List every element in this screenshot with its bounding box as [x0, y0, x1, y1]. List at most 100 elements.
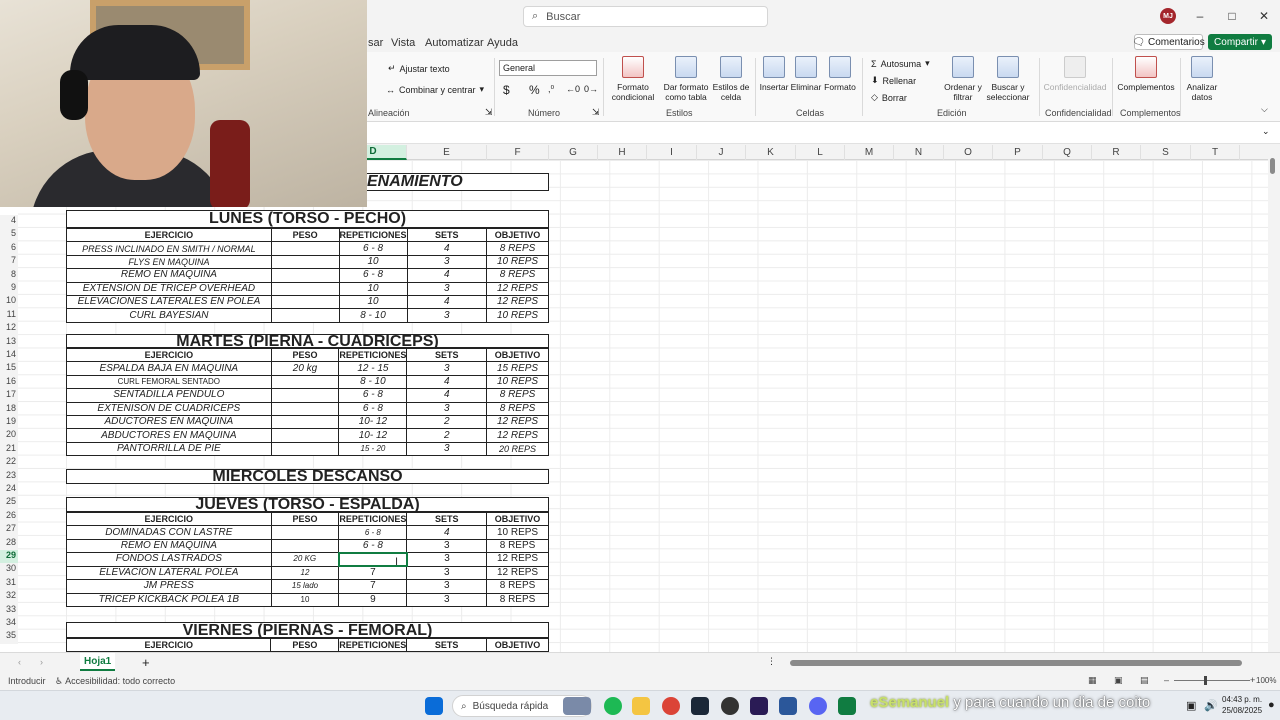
sort-filter-button[interactable]: Ordenar y filtrar — [942, 56, 984, 102]
cell[interactable]: ELEVACION LATERAL POLEA — [66, 565, 272, 581]
column-header[interactable]: N — [894, 145, 944, 160]
fill-button[interactable]: ⬇ Rellenar — [871, 75, 916, 86]
header-ejercicio[interactable]: EJERCICIO — [66, 511, 272, 527]
cell[interactable]: 12 REPS — [486, 552, 549, 567]
cell[interactable] — [270, 388, 340, 403]
column-header[interactable]: M — [845, 145, 894, 160]
zoom-level[interactable]: 100% — [1256, 676, 1276, 685]
cell[interactable]: 8 REPS — [486, 268, 549, 283]
cell[interactable]: 8 - 10 — [338, 374, 408, 390]
row-header[interactable]: 32 — [0, 590, 18, 604]
day-title-lunes[interactable]: LUNES (TORSO - PECHO) — [66, 210, 549, 228]
collapse-ribbon-icon[interactable]: ⌵ — [1261, 104, 1268, 115]
search-input[interactable]: ⌕ Buscar — [523, 6, 768, 27]
volume-icon[interactable]: 🔊 — [1204, 699, 1218, 712]
cell[interactable]: CURL FEMORAL SENTADO — [66, 374, 272, 390]
insert-button[interactable]: Insertar — [758, 56, 790, 92]
row-header[interactable]: 33 — [0, 603, 18, 617]
addins-button[interactable]: Complementos — [1116, 56, 1176, 92]
header-repeticiones[interactable]: REPETICIONES — [338, 227, 408, 243]
row-header[interactable]: 6 — [0, 241, 18, 256]
cell[interactable]: 10 REPS — [486, 254, 549, 270]
cell[interactable]: 10 — [338, 254, 408, 270]
row-header[interactable]: 8 — [0, 268, 18, 282]
cell[interactable]: FONDOS LASTRADOS — [66, 552, 272, 567]
cell[interactable]: 20 REPS — [486, 441, 549, 457]
header-sets[interactable]: SETS — [406, 637, 488, 652]
header-objetivo[interactable]: OBJETIVO — [486, 511, 549, 527]
row-header[interactable]: 5 — [0, 228, 18, 242]
column-header[interactable]: S — [1141, 145, 1191, 160]
tab-partial[interactable]: sar — [368, 37, 383, 49]
cell[interactable]: 10 — [338, 294, 408, 310]
header-repeticiones[interactable]: REPETICIONES — [338, 511, 408, 527]
column-header[interactable]: J — [697, 145, 746, 160]
cell[interactable] — [270, 308, 340, 323]
row-header[interactable]: 9 — [0, 282, 18, 296]
cell[interactable]: 20 KG — [270, 552, 340, 567]
row-header[interactable]: 22 — [0, 456, 18, 470]
discord-icon[interactable] — [809, 697, 827, 715]
cell[interactable]: 15 REPS — [486, 361, 549, 376]
tab-automatizar[interactable]: Automatizar — [425, 37, 484, 49]
comma-style-icon[interactable]: ,⁰ — [548, 84, 554, 95]
zoom-slider[interactable] — [1174, 680, 1250, 681]
app-icon[interactable] — [721, 697, 739, 715]
cell[interactable]: ABDUCTORES EN MAQUINA — [66, 428, 272, 443]
cell[interactable]: 3 — [406, 552, 488, 567]
cell[interactable]: 8 - 10 — [338, 308, 408, 323]
chrome-icon[interactable] — [662, 697, 680, 715]
row-header[interactable]: 4 — [0, 215, 18, 229]
column-header[interactable]: T — [1191, 145, 1240, 160]
cell[interactable]: TRICEP KICKBACK POLEA 1B — [66, 592, 272, 607]
column-header[interactable]: K — [746, 145, 796, 160]
cell[interactable] — [270, 241, 340, 256]
cell[interactable]: 8 REPS — [486, 401, 549, 416]
row-header[interactable]: 12 — [0, 322, 18, 336]
row-header[interactable]: 29 — [0, 550, 18, 564]
cell[interactable]: 6 - 8 — [338, 241, 408, 256]
tab-vista[interactable]: Vista — [391, 37, 415, 49]
header-peso[interactable]: PESO — [270, 347, 340, 363]
horizontal-scrollbar[interactable] — [790, 660, 1242, 666]
header-repeticiones[interactable]: REPETICIONES — [338, 637, 408, 652]
cell[interactable]: 15 - 20 — [338, 441, 408, 457]
column-header[interactable]: O — [944, 145, 993, 160]
cell-styles-button[interactable]: Estilos de celda — [712, 56, 750, 102]
cell[interactable]: 12 REPS — [486, 414, 549, 430]
prev-sheet-icon[interactable]: ‹ — [18, 657, 21, 667]
cell[interactable]: REMO EN MAQUINA — [66, 538, 272, 554]
percent-button[interactable]: % — [529, 83, 540, 97]
cell[interactable]: 12 REPS — [486, 565, 549, 581]
cell[interactable]: JM PRESS — [66, 579, 272, 594]
page-layout-icon[interactable]: ▣ — [1114, 675, 1123, 686]
column-header[interactable]: G — [549, 145, 598, 160]
cell[interactable]: 15 lado — [270, 579, 340, 594]
cell[interactable]: 12 REPS — [486, 294, 549, 310]
cell[interactable]: EXTENISON DE CUADRICEPS — [66, 401, 272, 416]
row-header[interactable]: 26 — [0, 509, 18, 524]
cell[interactable]: EXTENSION DE TRICEP OVERHEAD — [66, 281, 272, 296]
header-peso[interactable]: PESO — [270, 637, 340, 652]
cell[interactable]: 12 REPS — [486, 428, 549, 443]
row-header[interactable]: 18 — [0, 402, 18, 416]
cell[interactable]: 4 — [406, 525, 488, 540]
cell[interactable]: FLYS EN MAQUINA — [66, 254, 272, 270]
day-title-viernes[interactable]: VIERNES (PIERNAS - FEMORAL) — [66, 622, 549, 639]
cell[interactable]: 6 - 8 — [338, 388, 408, 403]
header-peso[interactable]: PESO — [270, 227, 340, 243]
cell[interactable]: 10 — [338, 281, 408, 296]
cell[interactable]: 8 REPS — [486, 388, 549, 403]
steam-icon[interactable] — [691, 697, 709, 715]
cell[interactable]: 8 REPS — [486, 579, 549, 594]
tab-ayuda[interactable]: Ayuda — [487, 37, 518, 49]
header-repeticiones[interactable]: REPETICIONES — [338, 347, 408, 363]
cell[interactable] — [270, 428, 340, 443]
clear-button[interactable]: ◇ Borrar — [871, 92, 907, 103]
row-header[interactable]: 16 — [0, 375, 18, 390]
cell[interactable]: 12 — [270, 565, 340, 581]
cell[interactable]: 3 — [406, 592, 488, 607]
day-title-jueves[interactable]: JUEVES (TORSO - ESPALDA) — [66, 497, 549, 513]
day-title-martes[interactable]: MARTES (PIERNA - CUADRICEPS) — [66, 334, 549, 350]
cell[interactable]: 10- 12 — [338, 428, 408, 443]
